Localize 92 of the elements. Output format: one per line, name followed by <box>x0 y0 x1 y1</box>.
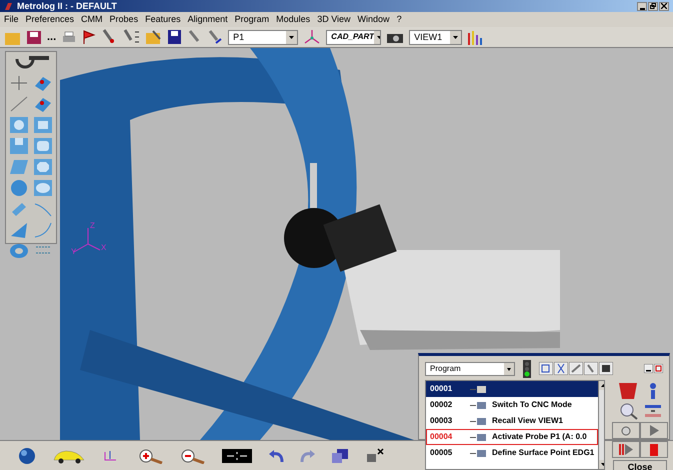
circle-plane-icon[interactable] <box>9 116 29 134</box>
menu-item[interactable]: Alignment <box>188 15 228 24</box>
restore-icon <box>650 3 656 9</box>
axis-label: X <box>101 244 106 252</box>
program-row[interactable]: 00001 <box>426 381 598 397</box>
step-icon <box>470 400 488 410</box>
zoom-out-icon[interactable] <box>180 448 206 464</box>
surface-point-icon[interactable] <box>32 95 52 113</box>
record-button[interactable] <box>612 422 640 439</box>
line-icon[interactable] <box>9 95 29 113</box>
step-icon <box>619 444 633 455</box>
program-row[interactable]: 00004 Activate Probe P1 (A: 0.0 <box>426 429 598 445</box>
menu-item[interactable]: Window <box>358 15 390 24</box>
traffic-light-icon[interactable] <box>521 360 533 378</box>
globe-icon[interactable] <box>18 446 36 464</box>
overlap-squares-icon[interactable] <box>332 448 348 462</box>
minimize-button[interactable] <box>637 2 647 10</box>
machine-close-icon[interactable] <box>364 448 384 464</box>
circle-icon <box>621 426 631 436</box>
line-number: 00003 <box>430 417 454 425</box>
menu-item[interactable]: CMM <box>81 15 103 24</box>
car-icon[interactable] <box>52 448 86 464</box>
axis-label: Z <box>90 222 95 230</box>
step-text: Activate Probe P1 (A: 0.0 <box>492 433 587 441</box>
close-button[interactable] <box>659 2 669 10</box>
window-title: Metrolog II : - DEFAULT <box>17 2 117 10</box>
stop-icon <box>650 444 658 456</box>
step-icon <box>470 448 488 458</box>
copy-icon[interactable] <box>539 362 553 375</box>
minimize-icon <box>640 8 644 10</box>
slot-plane-icon[interactable] <box>9 137 29 155</box>
menu-item[interactable]: Modules <box>276 15 310 24</box>
probe-axes-icon[interactable] <box>122 29 140 45</box>
menu-item[interactable]: Program <box>234 15 270 24</box>
zoom-in-icon[interactable] <box>138 448 164 464</box>
line-number: 00005 <box>430 449 454 457</box>
restore-button[interactable] <box>648 2 658 10</box>
close-icon <box>661 3 667 9</box>
rounded-square-icon[interactable] <box>32 137 52 155</box>
view-select[interactable]: VIEW1 <box>409 30 462 44</box>
axis-label: Y <box>71 248 76 256</box>
dropdown-arrow-icon <box>374 30 380 44</box>
fit-view-icon[interactable] <box>222 448 252 462</box>
line-number: 00002 <box>430 401 454 409</box>
probe-arrow-icon[interactable] <box>207 29 224 45</box>
folder-pencil-icon[interactable] <box>145 29 162 45</box>
play-button[interactable] <box>640 422 668 439</box>
bar-chart-icon[interactable] <box>467 28 484 46</box>
step-icon <box>470 384 488 394</box>
torus-icon[interactable] <box>9 242 29 260</box>
menu-item[interactable]: Probes <box>110 15 138 24</box>
undo-icon[interactable] <box>268 448 284 464</box>
flag-icon[interactable] <box>82 29 96 45</box>
surface-point-icon[interactable] <box>32 74 52 92</box>
step-button[interactable] <box>612 441 640 458</box>
cone-icon[interactable] <box>9 221 29 239</box>
close-button[interactable]: Close <box>613 460 667 470</box>
menu-item[interactable]: ? <box>396 15 402 24</box>
step-text: Switch To CNC Mode <box>492 401 572 409</box>
app-logo-icon <box>4 2 13 10</box>
menu-item[interactable]: 3D View <box>317 15 351 24</box>
line-number: 00004 <box>430 433 454 441</box>
trash-icon[interactable] <box>617 380 639 400</box>
menu-item[interactable]: File <box>4 15 19 24</box>
disk-icon[interactable] <box>599 362 613 375</box>
part-select[interactable]: CAD_PART <box>326 30 382 44</box>
sphere-icon[interactable] <box>9 179 29 197</box>
printer-icon[interactable] <box>61 30 78 44</box>
square-plane-icon[interactable] <box>32 116 52 134</box>
axes-icon[interactable] <box>303 28 322 46</box>
ellipse-plane-icon[interactable] <box>32 179 52 197</box>
menu-item[interactable]: Features <box>145 15 181 24</box>
step-icon <box>470 416 488 426</box>
probe-icon[interactable] <box>584 362 598 375</box>
step-text: Recall View VIEW1 <box>492 417 563 425</box>
mode-select[interactable]: Program <box>425 362 515 376</box>
play-icon <box>650 425 658 436</box>
paste-icon[interactable] <box>569 362 583 375</box>
stop-button[interactable] <box>640 441 668 458</box>
line-number: 00001 <box>430 385 454 393</box>
more-text[interactable]: ... <box>47 32 56 42</box>
restore-icon[interactable] <box>654 364 663 373</box>
fraction-icon[interactable] <box>643 402 663 420</box>
step-icon <box>470 432 488 442</box>
step-text: Define Surface Point EDG1 <box>492 449 594 457</box>
arc-icon[interactable] <box>32 221 52 239</box>
probe-select[interactable]: P1 <box>228 30 298 44</box>
menu-item[interactable]: Preferences <box>26 15 74 24</box>
cut-icon[interactable] <box>554 362 568 375</box>
minimize-icon[interactable] <box>644 364 653 373</box>
crosshair-icon[interactable] <box>9 74 29 92</box>
octagon-plane-icon[interactable] <box>32 158 52 176</box>
